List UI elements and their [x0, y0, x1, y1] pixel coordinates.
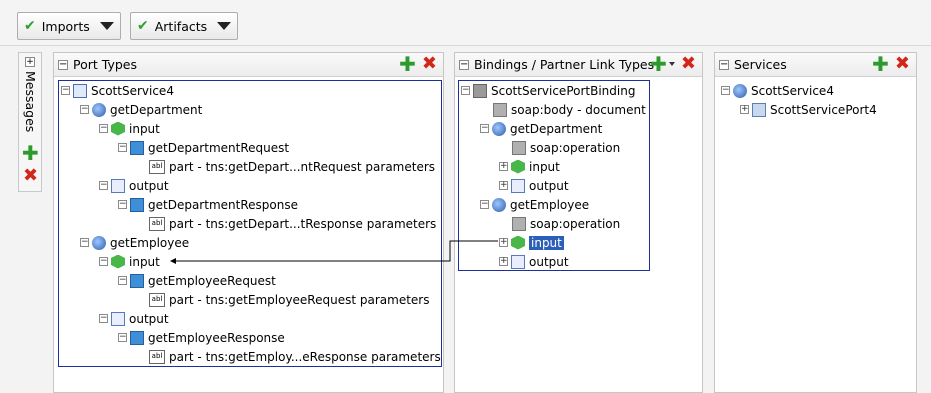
operation-icon: [492, 121, 506, 136]
message-icon: [130, 197, 144, 212]
messages-tab[interactable]: + Messages ✚ ✖: [18, 52, 42, 192]
tree-row[interactable]: − input: [99, 252, 160, 271]
bindings-header: − Bindings / Partner Link Types ✚ ✖: [455, 53, 702, 77]
expand-icon[interactable]: +: [25, 57, 35, 67]
input-icon: [111, 254, 125, 269]
input-icon: [511, 235, 525, 250]
output-icon: [511, 254, 525, 269]
x-icon[interactable]: ✖: [895, 55, 910, 73]
tree-row[interactable]: − getEmployee: [80, 233, 189, 252]
plus-icon[interactable]: ✚: [22, 143, 39, 163]
soap-icon: [512, 216, 526, 231]
plus-icon[interactable]: ✚: [650, 54, 667, 74]
collapse-icon[interactable]: −: [459, 59, 469, 70]
tree-row[interactable]: + ScottServicePort4: [740, 100, 877, 119]
output-icon: [511, 178, 525, 193]
message-icon: [130, 330, 144, 345]
part-icon: abl: [149, 216, 165, 231]
port-types-title: Port Types: [73, 57, 137, 72]
collapse-icon[interactable]: −: [58, 59, 68, 70]
part-icon: abl: [149, 292, 165, 307]
tree-row[interactable]: soap:body - document: [493, 100, 646, 119]
message-icon: [130, 273, 144, 288]
operation-icon: [92, 235, 106, 250]
operation-icon: [92, 102, 106, 117]
tree-row[interactable]: − getDepartment: [80, 100, 202, 119]
checkmark-icon: ✔: [137, 18, 149, 34]
x-icon[interactable]: ✖: [23, 167, 38, 185]
tree-row[interactable]: − ScottService4: [61, 81, 174, 100]
message-icon: [130, 140, 144, 155]
binding-icon: [473, 83, 487, 98]
tree-row[interactable]: + output: [499, 176, 569, 195]
port-types-header: − Port Types ✚ ✖: [54, 53, 443, 77]
tree-row[interactable]: − getDepartmentRequest: [118, 138, 289, 157]
tree-row[interactable]: + input: [499, 157, 560, 176]
tree-row[interactable]: − ScottService4: [721, 81, 834, 100]
input-icon: [511, 159, 525, 174]
artifacts-label: Artifacts: [154, 18, 208, 34]
tree-row[interactable]: abl part - tns:getDepart...ntRequest para…: [149, 157, 435, 176]
imports-button[interactable]: ✔ Imports: [17, 12, 121, 40]
tree-row[interactable]: abl part - tns:getEmploy...eResponse para…: [149, 347, 441, 366]
x-icon[interactable]: ✖: [681, 55, 696, 73]
bindings-title: Bindings / Partner Link Types: [474, 57, 655, 72]
services-header: − Services ✚ ✖: [715, 53, 916, 77]
tree-row[interactable]: abl part - tns:getDepart...tResponse para…: [149, 214, 436, 233]
collapse-icon[interactable]: −: [719, 59, 729, 70]
tree-row[interactable]: abl part - tns:getEmployeeRequest paramet…: [149, 290, 429, 309]
tree-row[interactable]: − getEmployeeRequest: [118, 271, 276, 290]
imports-label: Imports: [41, 18, 90, 34]
tree-row[interactable]: − getDepartment: [480, 119, 602, 138]
messages-label: Messages: [23, 71, 38, 133]
tree-row[interactable]: − input: [99, 119, 160, 138]
tree-row[interactable]: − getDepartmentResponse: [118, 195, 298, 214]
tree-row[interactable]: soap:operation: [512, 138, 620, 157]
services-panel: − Services ✚ ✖ − ScottService4 + ScottServ…: [714, 52, 917, 393]
tree-row[interactable]: − output: [99, 176, 169, 195]
tree-row[interactable]: − ScottServicePortBinding: [461, 81, 635, 100]
port-type-icon: [73, 83, 87, 98]
part-icon: abl: [149, 349, 165, 364]
services-title: Services: [734, 57, 787, 72]
tree-row[interactable]: + output: [499, 252, 569, 271]
output-icon: [111, 311, 125, 326]
tree-row-selected[interactable]: + input: [499, 233, 564, 252]
soap-icon: [512, 140, 526, 155]
plus-icon[interactable]: ✚: [399, 54, 416, 74]
operation-icon: [492, 197, 506, 212]
tree-row[interactable]: − getEmployee: [480, 195, 589, 214]
tree-row[interactable]: soap:operation: [512, 214, 620, 233]
part-icon: abl: [149, 159, 165, 174]
tree-row[interactable]: − output: [99, 309, 169, 328]
input-icon: [111, 121, 125, 136]
bindings-panel: − Bindings / Partner Link Types ✚ ✖ − Sco…: [454, 52, 703, 393]
output-icon: [111, 178, 125, 193]
caret-down-icon: [99, 22, 114, 30]
tree-row[interactable]: − getEmployeeResponse: [118, 328, 285, 347]
artifacts-button[interactable]: ✔ Artifacts: [130, 12, 239, 40]
plus-icon[interactable]: ✚: [872, 54, 889, 74]
port-types-panel: − Port Types ✚ ✖ − ScottService4 − getDepa…: [53, 52, 444, 393]
toolbar: ✔ Imports ✔ Artifacts: [0, 0, 931, 46]
caret-down-icon: [217, 22, 232, 30]
caret-down-icon[interactable]: [668, 62, 675, 66]
soap-icon: [493, 102, 507, 117]
port-icon: [752, 102, 766, 117]
x-icon[interactable]: ✖: [422, 55, 437, 73]
checkmark-icon: ✔: [24, 18, 36, 34]
service-icon: [733, 83, 747, 98]
